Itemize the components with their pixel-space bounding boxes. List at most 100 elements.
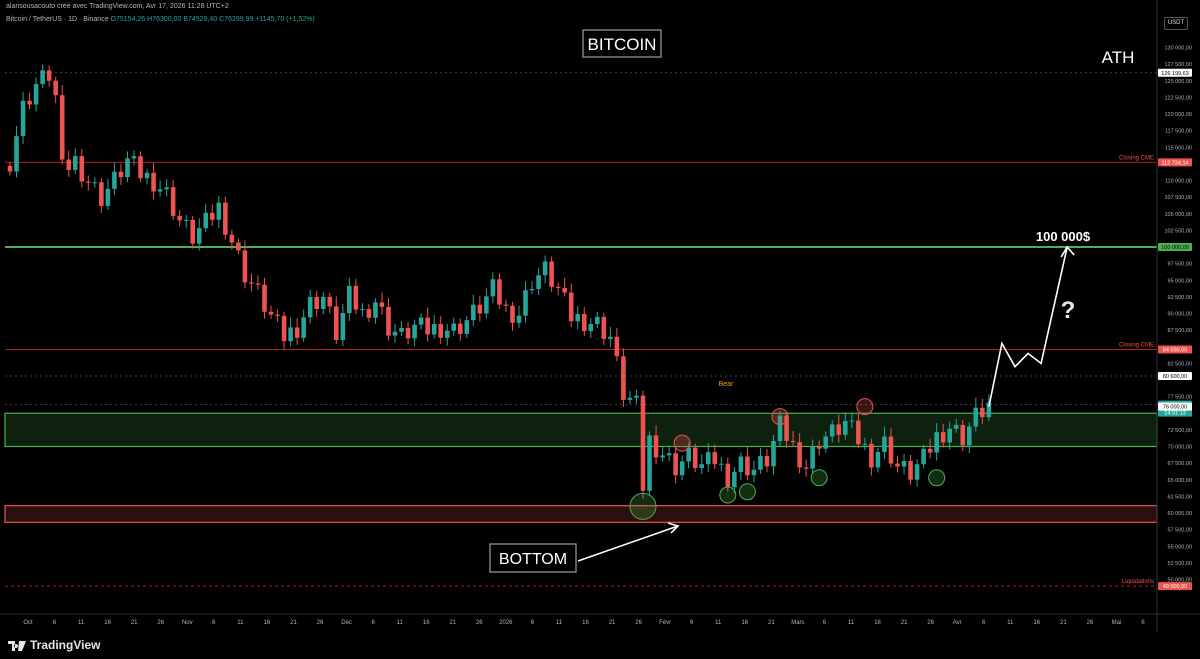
candle-body (738, 456, 744, 472)
x-tick-label: 11 (397, 620, 404, 626)
candle-body (953, 424, 959, 429)
candle-body (125, 158, 130, 178)
price-chart[interactable]: Closing CME Closing CME Liquidations BITCOI… (0, 0, 1200, 659)
x-tick-label: 26 (476, 620, 483, 626)
candle-body (144, 172, 150, 179)
price-marker-label: 84 590,00 (1163, 347, 1187, 353)
candle-body (451, 323, 457, 331)
candle-body (549, 261, 554, 287)
x-tick-label: 6 (982, 620, 986, 626)
candle-body (888, 436, 894, 464)
x-tick-label: 21 (290, 620, 297, 626)
symbol-label: Bitcoin / TetherUS · 1D · Binance (6, 16, 109, 23)
candle-body (895, 463, 900, 467)
candle-body (810, 446, 815, 469)
y-tick-label: 70 000,00 (1168, 445, 1192, 451)
candle-body (882, 436, 887, 453)
candle-body (386, 306, 391, 336)
x-tick-label: 16 (423, 620, 430, 626)
price-zone-0 (4, 412, 1158, 448)
candle-body (869, 443, 874, 468)
y-tick-label: 115 000,00 (1165, 145, 1192, 151)
candle-body (399, 327, 404, 332)
candle-body (510, 305, 515, 323)
y-tick-label: 120 000,00 (1164, 112, 1192, 118)
candle-body (601, 316, 607, 339)
bottom-arrow-line (577, 525, 679, 562)
candle-body (732, 471, 737, 488)
candle-body (255, 283, 261, 285)
candle-body (196, 228, 202, 244)
question-mark-label: ? (1061, 297, 1076, 324)
x-tick-label: Mai (1112, 620, 1122, 626)
candle-body (536, 275, 541, 290)
x-tick-label: 21 (901, 620, 908, 626)
y-tick-label: 127 500,00 (1164, 62, 1192, 68)
candle-body (20, 100, 26, 137)
candle-body (157, 189, 163, 192)
candle-body (497, 279, 502, 305)
candle-body (360, 309, 365, 311)
candle-body (712, 452, 718, 465)
candle-body (216, 202, 222, 220)
candle-body (647, 435, 652, 491)
ath-label: ATH (1102, 48, 1135, 67)
candle-body (392, 331, 398, 336)
tradingview-brand: TradingView (30, 638, 101, 652)
y-tick-label: 105 000,00 (1164, 212, 1192, 218)
currency-button[interactable]: USDT (1164, 17, 1188, 30)
candle-body (940, 432, 946, 443)
candle-body (229, 234, 235, 243)
candle-body (947, 428, 952, 443)
projection-arrowhead (1060, 245, 1075, 258)
candle-body (575, 314, 581, 322)
y-tick-label: 107 500,00 (1164, 195, 1192, 201)
candle-body (699, 464, 705, 469)
x-tick-label: 11 (78, 620, 85, 626)
x-tick-label: 26 (635, 620, 642, 626)
symbol-ohlc-line: Bitcoin / TetherUS · 1D · Binance O75154… (6, 16, 315, 23)
candle-body (745, 456, 750, 476)
x-tick-label: 26 (317, 620, 324, 626)
candle-body (79, 156, 85, 182)
y-tick-label: 77 500,00 (1168, 395, 1192, 401)
x-tick-label: 21 (768, 620, 775, 626)
projection-path (988, 246, 1068, 407)
candle-body (275, 314, 280, 316)
candle-body (797, 442, 802, 468)
candle-body (242, 250, 248, 283)
x-tick-label: 26 (157, 620, 164, 626)
y-tick-label: 55 000,00 (1168, 544, 1192, 550)
candle-body (849, 420, 855, 422)
level-label-2: Closing CME (1119, 342, 1154, 348)
tradingview-logo: TradingView (8, 638, 100, 652)
candle-body (138, 156, 143, 179)
candle-body (183, 219, 189, 221)
candle-body (203, 212, 209, 229)
y-tick-label: 82 500,00 (1168, 361, 1192, 367)
candle-body (105, 188, 111, 206)
candle-body (53, 80, 58, 96)
x-tick-label: 16 (741, 620, 748, 626)
y-tick-label: 95 000,00 (1168, 278, 1192, 284)
y-tick-label: 57 500,00 (1168, 528, 1192, 534)
candle-body (457, 323, 463, 334)
x-tick-label: 11 (715, 620, 722, 626)
x-tick-label: 6 (53, 620, 57, 626)
candle-body (673, 453, 678, 476)
candle-body (843, 421, 848, 435)
candle-body (588, 324, 594, 332)
candle-body (627, 397, 633, 400)
candle-body (856, 420, 861, 445)
candle-body (608, 336, 613, 339)
candle-body (92, 182, 98, 184)
candle-body (249, 282, 254, 284)
x-tick-label: 16 (582, 620, 589, 626)
y-tick-label: 60 000,00 (1168, 511, 1192, 517)
x-tick-label: 6 (823, 620, 827, 626)
candle-body (621, 356, 626, 400)
y-tick-label: 97 500,00 (1168, 262, 1192, 268)
candle-body (464, 320, 470, 334)
candle-body (425, 317, 430, 335)
candle-body (418, 317, 424, 325)
